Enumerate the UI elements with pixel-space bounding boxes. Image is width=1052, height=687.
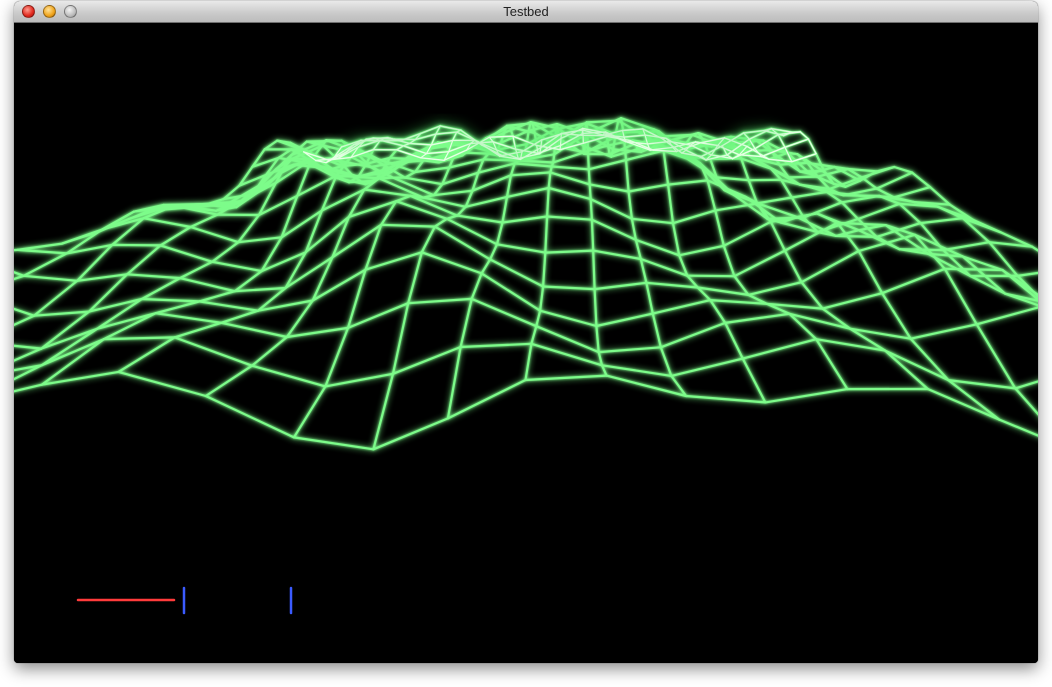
app-window: Testbed: [14, 1, 1038, 663]
grid-line: [766, 216, 805, 220]
grid-line: [378, 176, 395, 180]
grid-line: [552, 153, 556, 164]
wireframe-terrain: [14, 23, 1038, 663]
grid-highlight-line: [488, 135, 514, 138]
grid-line: [587, 168, 591, 186]
grid-line: [592, 249, 596, 291]
grid-highlight-line: [559, 137, 562, 147]
grid-line: [664, 133, 694, 138]
grid-line: [590, 218, 595, 252]
grid-line: [607, 144, 611, 156]
grid-line: [111, 243, 162, 247]
grid-line: [686, 274, 736, 278]
grid-line: [943, 267, 1004, 272]
grid-line: [834, 234, 878, 238]
grid-line: [588, 183, 592, 201]
grid-line: [325, 139, 343, 142]
grid-line: [787, 175, 819, 179]
title-bar[interactable]: Testbed: [14, 1, 1038, 23]
grid-line: [589, 198, 594, 221]
grid-line: [798, 169, 826, 173]
window-title: Testbed: [503, 4, 549, 19]
grid-line: [898, 248, 945, 252]
render-viewport[interactable]: [14, 23, 1038, 663]
